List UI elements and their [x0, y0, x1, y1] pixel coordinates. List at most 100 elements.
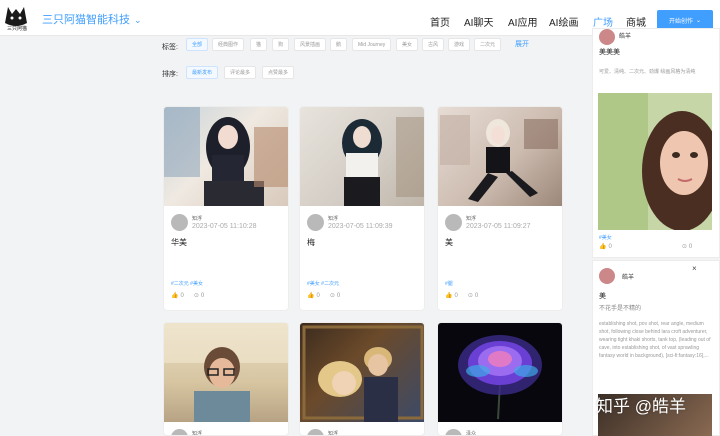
avatar[interactable]: [445, 214, 462, 231]
artwork-image[interactable]: [598, 93, 712, 230]
publish-date: 2023-07-05 11:09:39: [328, 223, 393, 230]
artwork-card[interactable]: 知浮: [163, 322, 289, 436]
artwork-image[interactable]: [438, 323, 562, 422]
tag-chip[interactable]: 全部: [186, 38, 209, 51]
artwork-stats: 👍 0 ⊙ 0: [171, 292, 205, 300]
artwork-title[interactable]: 美: [445, 237, 453, 248]
comment-button[interactable]: ⊙ 0: [467, 292, 479, 300]
tags-label: 标签:: [162, 44, 178, 51]
tag-chip[interactable]: 狗: [272, 38, 290, 51]
avatar[interactable]: [171, 214, 188, 231]
artwork-tags[interactable]: #美女 #二次元: [307, 280, 339, 287]
tag-chip[interactable]: 鹅: [330, 38, 348, 51]
artwork-card[interactable]: 泽众: [437, 322, 563, 436]
artwork-image[interactable]: [164, 107, 288, 206]
avatar[interactable]: [445, 429, 462, 435]
like-button[interactable]: 👍 0: [445, 292, 458, 300]
nav-ai-chat[interactable]: AI聊天: [464, 14, 493, 29]
artwork-stats: 👍 0 ⊙ 0: [599, 243, 693, 251]
logo-caption: 三只阿猫: [6, 26, 27, 32]
artwork-tags[interactable]: #二次元 #美女: [171, 280, 203, 287]
artwork-image[interactable]: [300, 107, 424, 206]
artwork-image[interactable]: [438, 107, 562, 206]
author-name[interactable]: 知浮: [328, 215, 338, 222]
like-button[interactable]: 👍 0: [599, 243, 612, 251]
nav-ai-painting[interactable]: AI绘画: [549, 14, 578, 29]
comment-icon: ⊙: [193, 293, 199, 299]
nav-ai-apps[interactable]: AI应用: [508, 14, 537, 29]
comment-icon: ⊙: [681, 244, 687, 250]
like-count: 0: [608, 243, 612, 250]
nav-home[interactable]: 首页: [430, 14, 450, 29]
expand-tags-link[interactable]: 展开: [515, 39, 529, 49]
artwork-title: 美美美: [599, 49, 620, 56]
like-button[interactable]: 👍 0: [171, 292, 184, 300]
like-button[interactable]: 👍 0: [307, 292, 320, 300]
avatar[interactable]: [599, 29, 615, 45]
publish-date: 2023-07-05 11:10:28: [192, 223, 257, 230]
chevron-down-icon[interactable]: ⌄: [134, 15, 142, 26]
author-name[interactable]: 知浮: [466, 215, 476, 222]
prompt-text: 可爱、清纯、二次元、劲爆 绘画风格为清纯: [599, 69, 696, 75]
artwork-card[interactable]: 知浮: [299, 322, 425, 436]
tag-chip[interactable]: 游戏: [448, 38, 471, 51]
tag-chip[interactable]: 古风: [422, 38, 445, 51]
artwork-image[interactable]: [164, 323, 288, 422]
thumbs-up-icon: 👍: [599, 244, 607, 250]
start-creating-button[interactable]: 开始创作 ⌄: [657, 10, 713, 30]
comment-button[interactable]: ⊙ 0: [329, 292, 341, 300]
thumbs-up-icon: 👍: [171, 293, 179, 299]
comment-icon: ⊙: [329, 293, 335, 299]
sort-chip[interactable]: 最新发布: [186, 66, 219, 79]
artwork-stats: 👍 0 ⊙ 0: [445, 292, 479, 300]
tag-chip[interactable]: Mid Journey: [352, 38, 392, 51]
artwork-card[interactable]: 知浮 2023-07-05 11:09:27 美 #腿 👍 0 ⊙ 0: [437, 106, 563, 311]
tag-chip[interactable]: 二次元: [474, 38, 502, 51]
comment-button[interactable]: ⊙ 0: [193, 292, 205, 300]
nav-mall[interactable]: 商城: [626, 14, 646, 29]
comment-count: 0: [200, 292, 205, 299]
avatar[interactable]: [307, 429, 324, 435]
avatar[interactable]: [599, 268, 615, 284]
like-count: 0: [180, 292, 184, 299]
artwork-card[interactable]: 知浮 2023-07-05 11:10:28 华美 #二次元 #美女 👍 0 ⊙ 0: [163, 106, 289, 311]
author-name[interactable]: 知浮: [192, 215, 202, 222]
sort-label: 排序:: [162, 71, 178, 78]
artwork-title[interactable]: 梅: [307, 237, 315, 248]
nav-square[interactable]: 广场: [593, 14, 613, 29]
author-name[interactable]: 知浮: [328, 430, 338, 435]
artwork-tags[interactable]: #美女: [599, 234, 612, 241]
prompt-text: establishing shot, pov shot, rear angle,…: [599, 321, 711, 359]
comment-count: 0: [474, 292, 479, 299]
tag-chip[interactable]: 猫: [250, 38, 268, 51]
artwork-stats: 👍 0 ⊙ 0: [307, 292, 341, 300]
sort-chip[interactable]: 点赞最多: [262, 66, 295, 79]
sort-chip[interactable]: 评论最多: [224, 66, 257, 79]
author-name[interactable]: 皓羊: [622, 272, 634, 281]
artwork-title: 美: [599, 293, 606, 300]
comment-count: 0: [688, 243, 693, 250]
author-name[interactable]: 泽众: [466, 430, 476, 435]
artwork-image[interactable]: [300, 323, 424, 422]
like-count: 0: [454, 292, 458, 299]
avatar[interactable]: [171, 429, 188, 435]
chevron-down-icon: ⌄: [695, 17, 702, 24]
avatar[interactable]: [307, 214, 324, 231]
tag-chip[interactable]: 美女: [396, 38, 419, 51]
artwork-title[interactable]: 华美: [171, 237, 187, 248]
tag-chip[interactable]: 经典图作: [212, 38, 245, 51]
artwork-tags[interactable]: #腿: [445, 280, 453, 287]
source-watermark: 知乎 @皓羊: [596, 397, 686, 416]
author-name[interactable]: 知浮: [192, 430, 202, 435]
thumbs-up-icon: 👍: [445, 293, 453, 299]
tag-chip[interactable]: 风景插画: [294, 38, 327, 51]
thumbs-up-icon: 👍: [307, 293, 315, 299]
comment-icon: ⊙: [467, 293, 473, 299]
author-name[interactable]: 皓羊: [619, 31, 631, 40]
artwork-card[interactable]: 知浮 2023-07-05 11:09:39 梅 #美女 #二次元 👍 0 ⊙ 0: [299, 106, 425, 311]
brand-name[interactable]: 三只阿猫智能科技 ⌄: [42, 11, 142, 27]
close-icon[interactable]: ×: [692, 264, 697, 273]
comment-count: 0: [336, 292, 341, 299]
comment-button[interactable]: ⊙ 0: [681, 243, 693, 251]
artwork-subtitle: 不花手是不精的: [599, 306, 642, 312]
